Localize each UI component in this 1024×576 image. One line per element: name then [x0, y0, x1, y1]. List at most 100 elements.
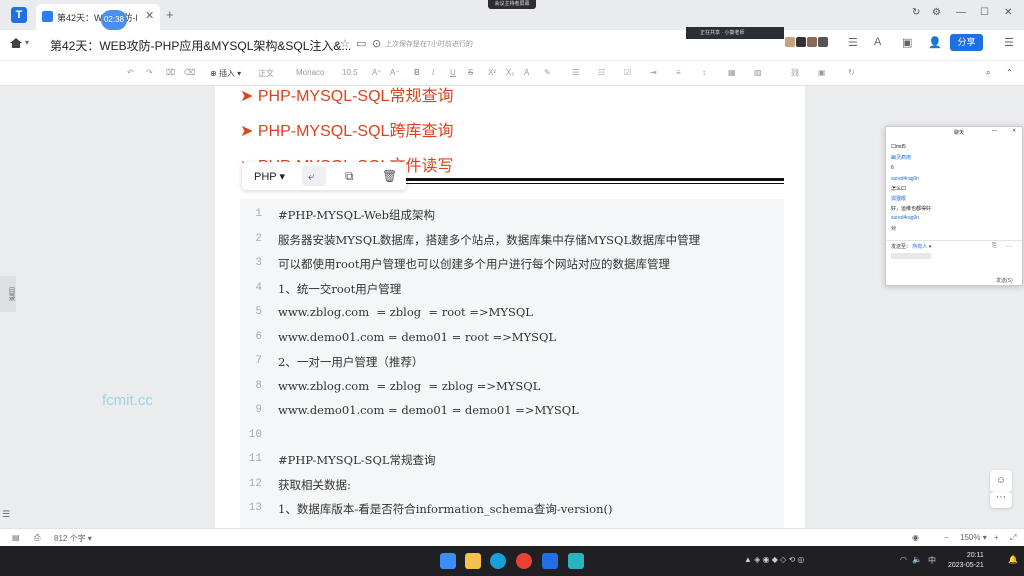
search-icon[interactable]: ⌕ — [986, 68, 990, 78]
menu-icon[interactable]: ☰ — [848, 36, 858, 49]
redo-icon[interactable]: ↷ — [146, 68, 153, 77]
format-painter-icon[interactable]: ⌧ — [166, 68, 175, 77]
document-tab[interactable]: 第42天：WEB攻防-PHP应用&MYSQL架构... ✕ — [36, 4, 160, 30]
collapse-toolbar-icon[interactable]: ⌃ — [1006, 68, 1013, 77]
page-view-icon[interactable]: ▤ — [12, 533, 20, 542]
ime-icon[interactable]: 中 — [928, 555, 936, 566]
underline-icon[interactable]: U — [450, 68, 456, 77]
chat-input[interactable] — [891, 253, 931, 259]
italic-icon[interactable]: I — [432, 68, 434, 77]
minimize-icon[interactable]: — — [956, 7, 966, 18]
table-icon[interactable]: ▦ — [728, 68, 736, 77]
home-icon[interactable] — [10, 38, 22, 48]
chrome-icon[interactable] — [516, 553, 532, 569]
tray-icons[interactable]: ▲ ◈ ◉ ◆ ◇ ⟲ ◎ — [744, 555, 804, 564]
folder-icon[interactable]: ▭ — [356, 37, 366, 50]
code-language-select[interactable]: PHP ▾ — [254, 170, 285, 183]
more-icon[interactable]: ⋯ — [990, 492, 1012, 508]
wifi-icon[interactable]: ◠ — [900, 555, 907, 564]
zoom-level[interactable]: 150% ▾ — [960, 533, 987, 542]
heading-1: PHP-MYSQL-SQL常规查询 — [240, 86, 454, 106]
present-icon[interactable]: ▣ — [902, 36, 912, 49]
more-icon[interactable]: ☰ — [1004, 36, 1014, 49]
avatar — [796, 37, 806, 47]
history-icon[interactable]: ↻ — [848, 68, 855, 77]
chat-message: 怎么口 — [891, 186, 907, 192]
new-tab-button[interactable]: + — [166, 7, 174, 22]
close-tab-icon[interactable]: ✕ — [145, 9, 154, 22]
feedback-icon[interactable]: ☺ — [990, 470, 1012, 492]
superscript-icon[interactable]: X² — [488, 68, 496, 77]
chat-sender: 幽灵疯雨 — [891, 155, 912, 161]
chat-minimize-icon[interactable]: — — [992, 128, 997, 134]
print-icon[interactable]: ⎙ — [34, 533, 40, 543]
line-number: 3 — [255, 257, 262, 269]
word-count[interactable]: 812 个字 ▾ — [54, 533, 92, 544]
cloud-saved-icon: ⊙ — [372, 38, 382, 50]
font-color-icon[interactable]: A — [524, 68, 529, 77]
font-select[interactable]: Monaco — [296, 68, 324, 77]
code-line: 1 #PHP-MYSQL-Web组成架构 — [240, 203, 784, 227]
bullet-list-icon[interactable]: ☰ — [572, 68, 579, 77]
checklist-icon[interactable]: ☑ — [624, 68, 631, 77]
code-language-label: PHP — [254, 171, 277, 183]
close-window-icon[interactable]: ✕ — [1004, 7, 1012, 18]
code-block[interactable]: 1 #PHP-MYSQL-Web组成架构 2 服务器安装MYSQL数据库，搭建多个站… — [240, 199, 784, 528]
send-button[interactable]: 发送(S) — [996, 277, 1013, 284]
copy-icon[interactable]: ⧉ — [345, 169, 354, 184]
file-icon[interactable]: ⎘ — [992, 243, 997, 250]
notification-icon[interactable]: 🔔 — [1008, 555, 1018, 564]
volume-icon[interactable]: 🔈 — [912, 555, 922, 564]
line-number: 12 — [248, 477, 262, 490]
undo-icon[interactable]: ↶ — [127, 68, 134, 77]
line-number: 4 — [255, 281, 262, 294]
settings-icon[interactable]: ⚙ — [932, 7, 941, 18]
refresh-icon[interactable]: ↻ — [912, 7, 920, 18]
list-view-icon[interactable]: ☰ — [2, 509, 10, 520]
font-size-select[interactable]: 10.5 — [342, 68, 358, 77]
file-explorer-icon[interactable] — [465, 553, 481, 569]
increase-font-icon[interactable]: A⁺ — [372, 68, 382, 77]
delete-icon[interactable]: 🗑 — [382, 169, 397, 183]
maximize-icon[interactable]: ☐ — [980, 7, 989, 18]
clear-format-icon[interactable]: ⌫ — [184, 68, 195, 77]
share-button[interactable]: 分享 — [950, 34, 983, 51]
style-select[interactable]: 正文 — [258, 68, 274, 79]
zoom-in-icon[interactable]: + — [994, 533, 999, 542]
document-title[interactable]: 第42天：WEB攻防-PHP应用&MYSQL架构&SQL注入&... — [50, 37, 351, 54]
fullscreen-icon[interactable]: ⤢ — [1010, 533, 1016, 543]
chat-window[interactable]: 聊天 — ✕ 口md5 幽灵疯雨 6 sured4rag0n 怎么口 狐狸眼 好… — [885, 126, 1023, 286]
send-to-select[interactable]: 所有人 — [912, 244, 927, 250]
indent-icon[interactable]: ⇥ — [650, 68, 657, 77]
image-icon[interactable]: ▨ — [754, 68, 762, 77]
decrease-font-icon[interactable]: A⁻ — [390, 68, 400, 77]
code-line: 11 #PHP-MYSQL-SQL常规查询 — [240, 448, 784, 472]
subscript-icon[interactable]: X₂ — [506, 68, 514, 77]
chat-message: 好，运维也都得好 — [891, 206, 932, 212]
more-icon[interactable]: ⋯ — [1006, 243, 1012, 250]
bold-icon[interactable]: B — [414, 68, 420, 77]
add-user-icon[interactable]: 👤 — [928, 36, 942, 49]
chevron-down-icon[interactable]: ▾ — [25, 38, 29, 47]
meeting-app-icon[interactable] — [568, 553, 584, 569]
outline-tab[interactable]: 目录 — [0, 276, 16, 312]
text-format-icon[interactable]: A — [874, 36, 881, 48]
tencent-docs-icon[interactable] — [542, 553, 558, 569]
numbered-list-icon[interactable]: ☷ — [598, 68, 605, 77]
chat-close-icon[interactable]: ✕ — [1012, 128, 1016, 134]
code-line: 8 www.zblog.com = zblog = zblog =>MYSQL — [240, 375, 784, 399]
embed-icon[interactable]: ▣ — [818, 68, 826, 77]
line-spacing-icon[interactable]: ↕ — [702, 68, 706, 77]
start-icon[interactable] — [440, 553, 456, 569]
link-icon[interactable]: ⛓ — [790, 68, 800, 77]
highlight-icon[interactable]: ✎ — [544, 68, 551, 77]
code-text: www.demo01.com = demo01 = demo01 =>MYSQL — [278, 403, 579, 417]
focus-icon[interactable]: ◉ — [912, 533, 919, 542]
star-icon[interactable]: ☆ — [340, 37, 350, 50]
insert-menu[interactable]: ⊕ 插入 ▾ — [210, 68, 241, 79]
strikethrough-icon[interactable]: S — [468, 68, 473, 77]
edge-icon[interactable] — [490, 553, 506, 569]
zoom-out-icon[interactable]: − — [944, 533, 949, 542]
system-clock[interactable]: 20:11 2023-05-21 — [948, 551, 984, 571]
align-icon[interactable]: ≡ — [676, 68, 681, 77]
